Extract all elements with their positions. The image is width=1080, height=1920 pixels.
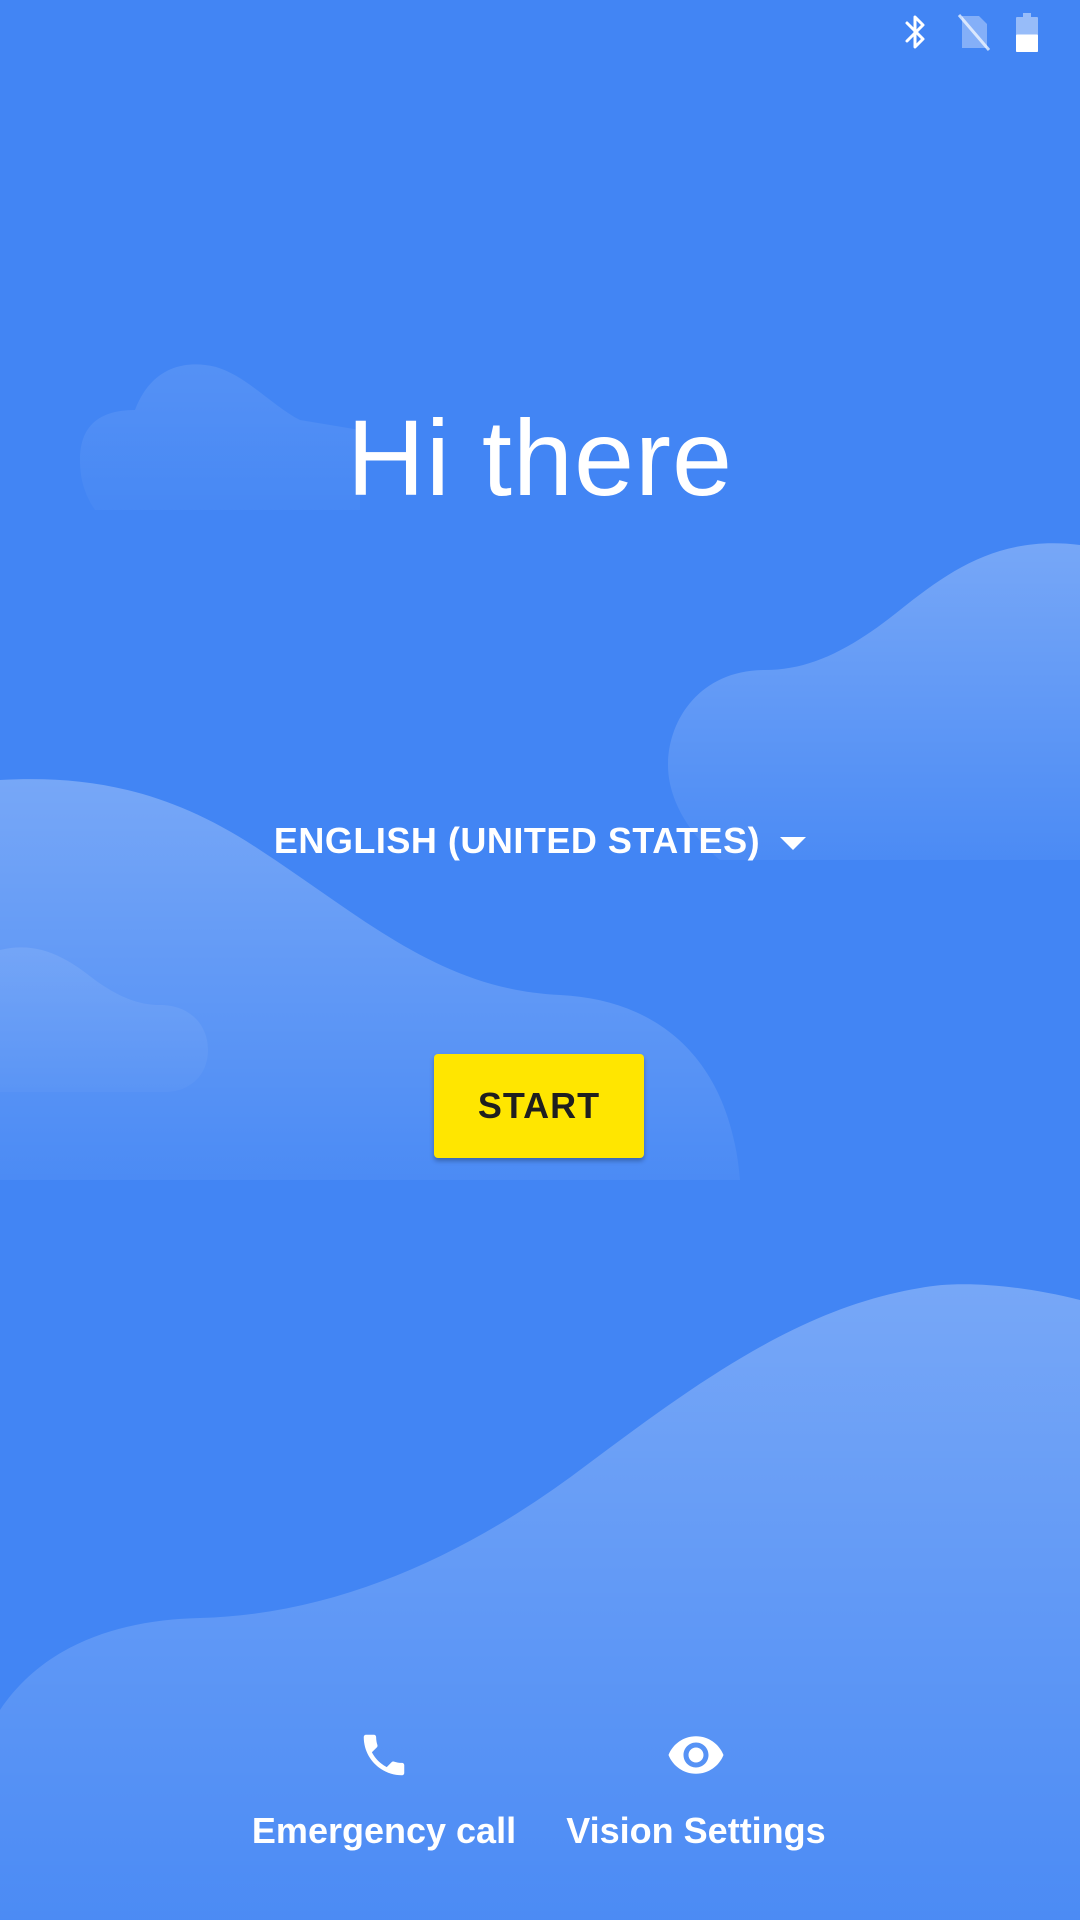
emergency-call-button[interactable]: Emergency call xyxy=(234,1710,534,1852)
language-selector-value: ENGLISH (UNITED STATES) xyxy=(273,820,761,861)
status-bar xyxy=(902,0,1080,64)
page-title: Hi there xyxy=(346,397,734,518)
phone-icon xyxy=(357,1710,411,1800)
start-button[interactable]: START xyxy=(434,1054,644,1158)
vision-settings-label: Vision Settings xyxy=(566,1810,826,1851)
cloud-bottom-hill xyxy=(0,1284,1080,1920)
cloud-background xyxy=(0,364,1080,1920)
cloud-right-upper xyxy=(668,543,1080,860)
eye-icon xyxy=(666,1710,726,1800)
bluetooth-icon xyxy=(902,12,930,52)
battery-icon xyxy=(1016,12,1038,52)
dropdown-arrow-icon xyxy=(780,836,807,850)
emergency-call-label: Emergency call xyxy=(251,1810,517,1851)
language-selector[interactable]: ENGLISH (UNITED STATES) xyxy=(0,820,1080,862)
no-sim-icon xyxy=(956,12,990,52)
vision-settings-button[interactable]: Vision Settings xyxy=(546,1710,846,1852)
